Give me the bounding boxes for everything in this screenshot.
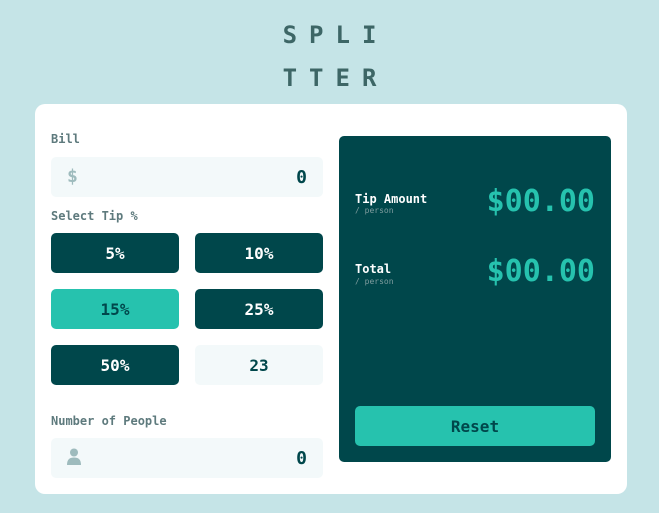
logo-line-2: TTER bbox=[282, 64, 389, 92]
people-value: 0 bbox=[296, 448, 307, 469]
tip-amount-per-person: / person bbox=[355, 206, 394, 215]
dollar-icon: $ bbox=[67, 166, 78, 187]
logo-line-1: SPLI bbox=[282, 21, 389, 49]
people-input[interactable]: 0 bbox=[51, 438, 323, 478]
results-panel: Tip Amount / person $00.00 Total / perso… bbox=[339, 136, 611, 462]
tip-label: Select Tip % bbox=[51, 209, 138, 223]
total-value: $00.00 bbox=[486, 254, 595, 289]
total-label: Total bbox=[355, 262, 392, 276]
tip-amount-value: $00.00 bbox=[486, 184, 595, 219]
bill-value: 0 bbox=[296, 167, 307, 188]
total-per-person: / person bbox=[355, 277, 394, 286]
person-icon bbox=[67, 448, 81, 470]
bill-label: Bill bbox=[51, 132, 80, 146]
tip-button-15[interactable]: 15% bbox=[51, 289, 179, 329]
tip-button-25[interactable]: 25% bbox=[195, 289, 323, 329]
people-label: Number of People bbox=[51, 414, 167, 428]
calculator-card: Bill $ 0 Select Tip % 5% 10% 15% 25% 50%… bbox=[35, 104, 627, 494]
tip-amount-label: Tip Amount bbox=[355, 192, 428, 206]
custom-tip-input[interactable]: 23 bbox=[195, 345, 323, 385]
tip-button-50[interactable]: 50% bbox=[51, 345, 179, 385]
tip-button-5[interactable]: 5% bbox=[51, 233, 179, 273]
tip-button-10[interactable]: 10% bbox=[195, 233, 323, 273]
bill-input[interactable]: $ 0 bbox=[51, 157, 323, 197]
app-logo: SPLI TTER bbox=[0, 14, 659, 100]
reset-button[interactable]: Reset bbox=[355, 406, 595, 446]
